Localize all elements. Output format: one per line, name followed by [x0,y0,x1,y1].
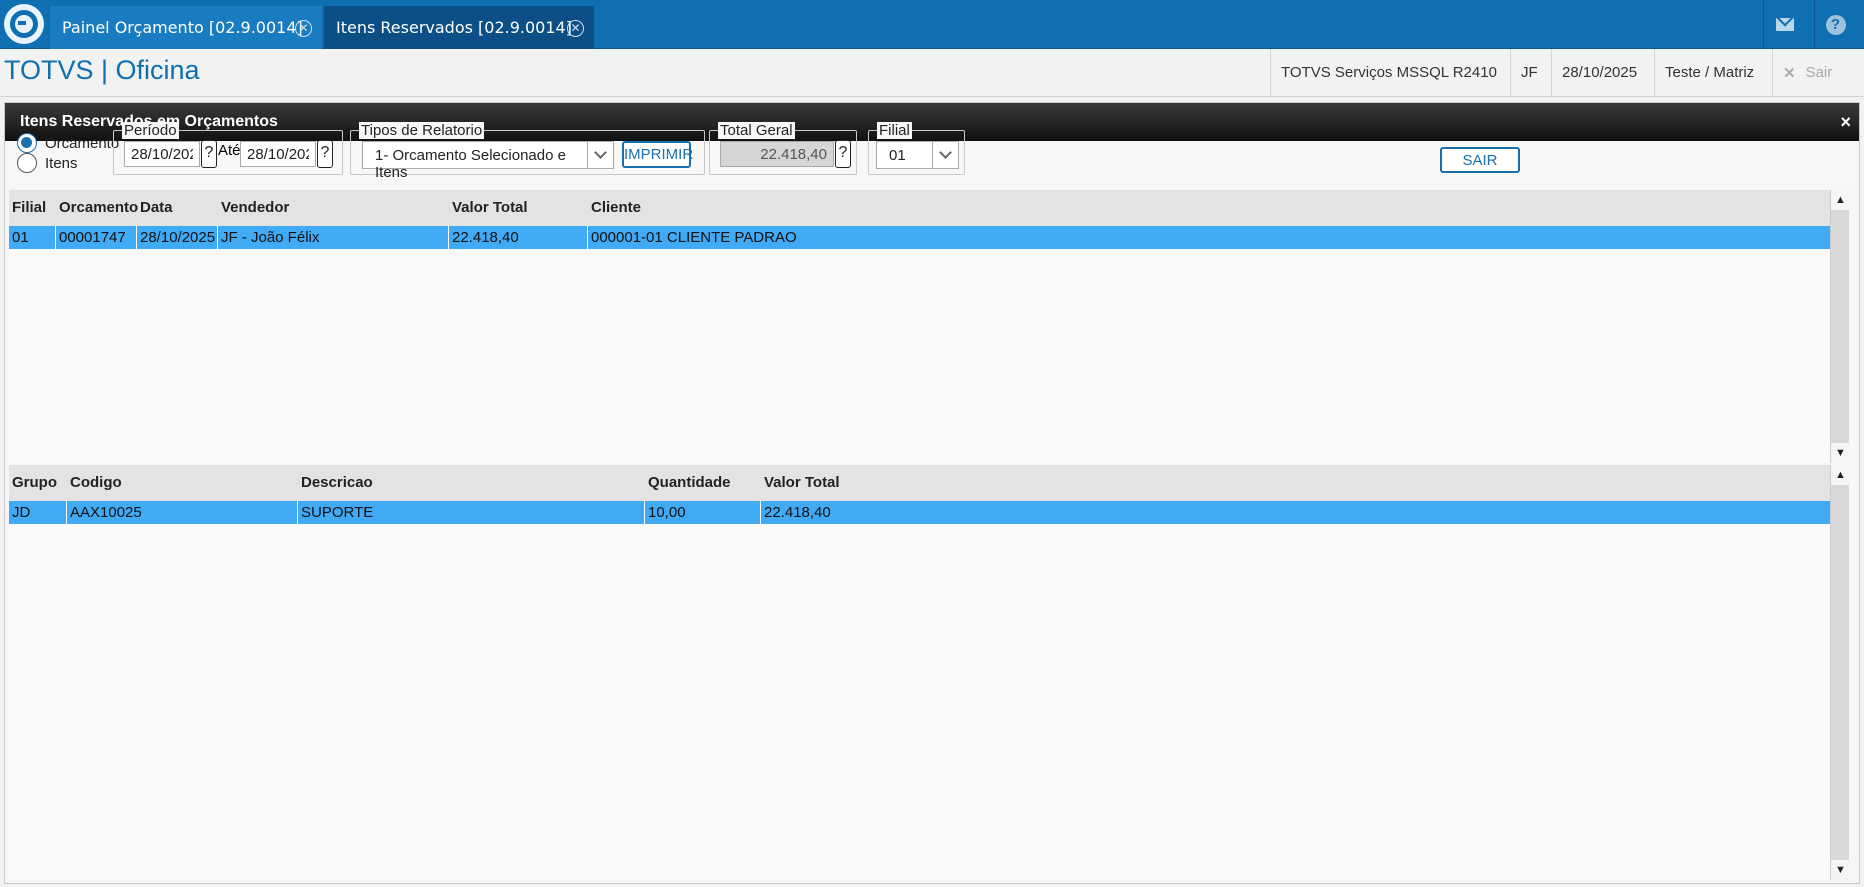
col-data[interactable]: Data [137,190,218,226]
close-icon[interactable]: ✕ [295,20,312,37]
exit-label: Sair [1805,64,1833,81]
col-vendedor[interactable]: Vendedor [218,190,449,226]
app-header: TOTVS | Oficina TOTVS Serviços MSSQL R24… [0,49,1864,97]
itens-scrollbar[interactable]: ▲ ▼ [1830,465,1850,880]
exit-button[interactable]: ✕ Sair [1772,49,1864,96]
tab-label: Painel Orçamento [02.9.0014] [62,18,303,37]
tipos-select[interactable]: 1- Orcamento Selecionado e Itens [362,141,614,181]
col-quantidade[interactable]: Quantidade [645,465,761,501]
total-geral-field [720,141,834,167]
ate-label: Até [218,142,241,159]
app-title: TOTVS | Oficina [4,55,200,85]
filial-selected: 01 [889,147,906,164]
tab-painel-orcamento[interactable]: Painel Orçamento [02.9.0014] ✕ [50,6,322,49]
periodo-group: Período ? Até ? [113,122,343,175]
chevron-down-icon [932,142,958,168]
tab-label: Itens Reservados [02.9.0014] [336,18,572,37]
scroll-up-icon[interactable]: ▲ [1831,465,1850,485]
col-cliente[interactable]: Cliente [588,190,988,226]
itens-table: Grupo Codigo Descricao Quantidade Valor … [9,465,1830,880]
filial-select[interactable]: 01 [876,141,959,169]
radio-label: Itens [45,154,78,172]
help-to-button[interactable]: ? [317,140,333,168]
filial-legend: Filial [877,122,912,139]
periodo-from-input[interactable] [124,141,200,167]
table-row[interactable]: 01 00001747 28/10/2025 JF - João Félix 2… [9,226,1830,249]
chevron-down-icon [587,142,613,168]
orcamentos-table: Filial Orcamento Data Vendedor Valor Tot… [9,190,1830,463]
col-valor-total[interactable]: Valor Total [449,190,588,226]
col-grupo[interactable]: Grupo [9,465,67,501]
col-descricao[interactable]: Descricao [298,465,645,501]
scroll-down-icon[interactable]: ▼ [1831,860,1850,880]
col-orcamento[interactable]: Orcamento [56,190,138,226]
top-tab-bar: Painel Orçamento [02.9.0014] ✕ Itens Res… [0,0,1864,49]
col-codigo[interactable]: Codigo [67,465,298,501]
periodo-to-input[interactable] [240,141,316,167]
total-group: Total Geral ? [709,122,857,175]
filial-group: Filial 01 [868,122,965,175]
date-info: 28/10/2025 [1551,49,1654,96]
scroll-down-icon[interactable]: ▼ [1831,443,1850,463]
cell-valor-total: 22.418,40 [764,504,831,521]
close-icon[interactable]: × [1840,103,1851,141]
help-total-button[interactable]: ? [835,140,851,168]
tipos-group: Tipos de Relatorio 1- Orcamento Selecion… [350,122,705,181]
help-from-button[interactable]: ? [201,140,217,168]
tipos-legend: Tipos de Relatorio [359,122,485,139]
cell-orcamento: 00001747 [56,226,137,249]
help-icon[interactable]: ? [1814,0,1856,49]
cell-cliente: 000001-01 CLIENTE PADRAO [591,229,797,246]
company-info[interactable]: Teste / Matriz [1654,49,1772,96]
cell-grupo: JD [9,501,67,524]
radio-orcamento[interactable]: Orcamento [17,133,119,153]
col-valor-total[interactable]: Valor Total [761,465,961,501]
cell-data: 28/10/2025 [137,226,218,249]
cell-filial: 01 [9,226,56,249]
radio-itens[interactable]: Itens [17,153,78,173]
cell-vendedor: JF - João Félix [218,226,449,249]
tab-itens-reservados[interactable]: Itens Reservados [02.9.0014] ✕ [324,6,594,49]
scroll-up-icon[interactable]: ▲ [1831,190,1850,210]
mail-icon[interactable] [1763,0,1805,49]
table-header: Filial Orcamento Data Vendedor Valor Tot… [9,190,1830,226]
radio-selected-icon [17,133,37,153]
close-icon: ✕ [1783,64,1796,82]
total-legend: Total Geral [718,122,795,139]
radio-unselected-icon [17,153,37,173]
orcamentos-scrollbar[interactable]: ▲ ▼ [1830,190,1850,463]
tipos-selected: 1- Orcamento Selecionado e Itens [375,147,566,181]
cell-quantidade: 10,00 [645,501,761,524]
table-header: Grupo Codigo Descricao Quantidade Valor … [9,465,1830,501]
totvs-logo-icon[interactable] [4,4,44,44]
cell-valor-total: 22.418,40 [449,226,588,249]
imprimir-button[interactable]: IMPRIMIR [622,141,693,168]
col-filial[interactable]: Filial [9,190,56,226]
table-row[interactable]: JD AAX10025 SUPORTE 10,00 22.418,40 [9,501,1830,524]
periodo-legend: Período [122,122,179,139]
user-info: JF [1510,49,1551,96]
sair-button[interactable]: SAIR [1440,147,1520,173]
server-info: TOTVS Serviços MSSQL R2410 [1270,49,1510,96]
cell-descricao: SUPORTE [298,501,645,524]
radio-label: Orcamento [45,134,120,152]
close-icon[interactable]: ✕ [567,20,584,37]
itens-reservados-dialog: Itens Reservados em Orçamentos × Orcamen… [4,102,1860,884]
cell-codigo: AAX10025 [67,501,298,524]
